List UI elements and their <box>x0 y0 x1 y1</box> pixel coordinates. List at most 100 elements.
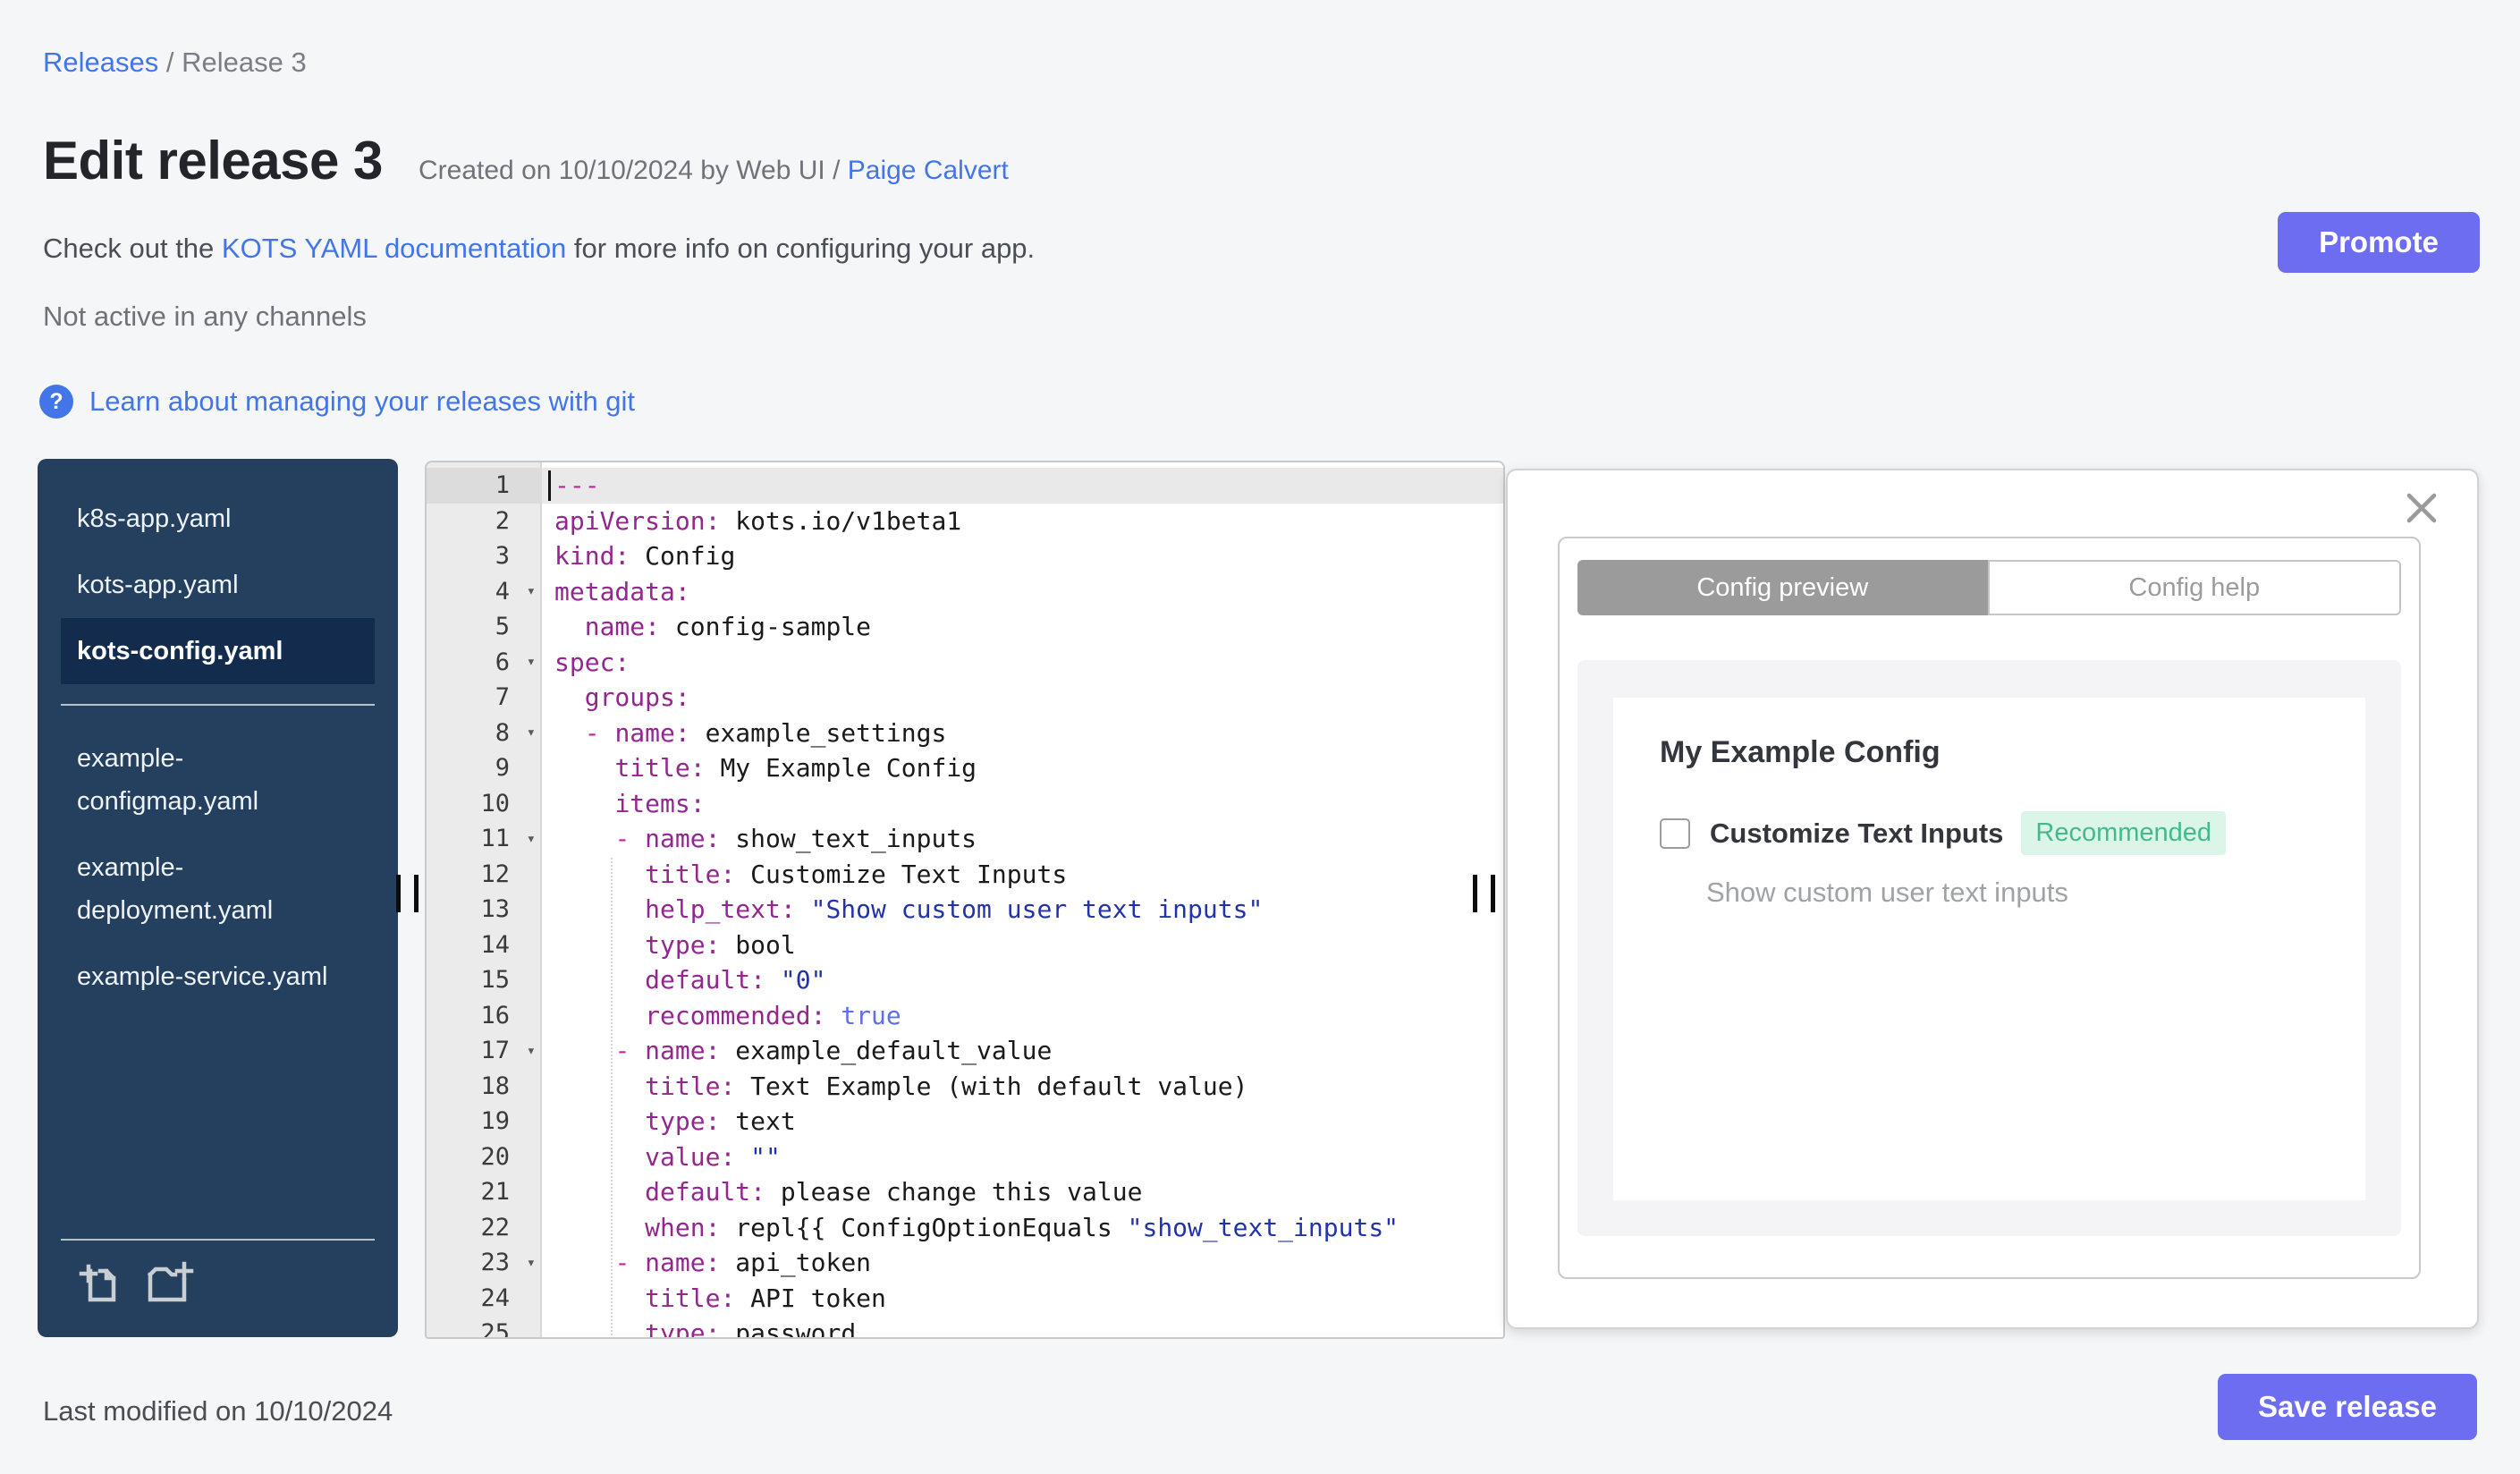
code-text[interactable]: metadata: <box>542 574 1503 610</box>
code-text[interactable]: title: Customize Text Inputs <box>542 857 1503 893</box>
release-editor-page: Releases / Release 3 Edit release 3 Crea… <box>0 0 2520 1474</box>
line-number: 13 <box>480 895 510 924</box>
question-circle-icon: ? <box>39 385 73 419</box>
config-form: My Example Config Customize Text Inputs … <box>1613 698 2365 1200</box>
code-line[interactable]: 24 title: API token <box>427 1281 1503 1317</box>
preview-card: Config preview Config help My Example Con… <box>1558 537 2421 1279</box>
tab-config-help[interactable]: Config help <box>1987 560 2401 615</box>
created-text: Created on 10/10/2024 by Web UI / <box>419 156 848 185</box>
sidebar-item-kots-app.yaml[interactable]: kots-app.yaml <box>38 552 381 618</box>
yaml-code-editor[interactable]: 1 --- 2 apiVersion: kots.io/v1beta1 3 kind: C… <box>425 461 1505 1339</box>
code-text[interactable]: default: please change this value <box>542 1174 1503 1210</box>
code-text[interactable]: when: repl{{ ConfigOptionEquals "show_te… <box>542 1210 1503 1246</box>
code-text[interactable]: type: password <box>542 1316 1503 1337</box>
breadcrumb-releases-link[interactable]: Releases <box>43 47 158 78</box>
code-text[interactable]: spec: <box>542 645 1503 681</box>
code-line[interactable]: 23 ▾ - name: api_token <box>427 1245 1503 1281</box>
line-number: 12 <box>480 860 510 888</box>
fold-arrow-icon[interactable]: ▾ <box>527 582 536 600</box>
code-line[interactable]: 5 name: config-sample <box>427 609 1503 645</box>
code-text[interactable]: default: "0" <box>542 962 1503 998</box>
git-releases-link-row[interactable]: ? Learn about managing your releases wit… <box>39 385 635 419</box>
save-release-button[interactable]: Save release <box>2218 1374 2477 1440</box>
code-line[interactable]: 19 type: text <box>427 1104 1503 1139</box>
breadcrumb-current: Release 3 <box>182 47 307 78</box>
sidebar-item-kots-config.yaml[interactable]: kots-config.yaml <box>61 618 375 684</box>
add-file-icon[interactable] <box>77 1260 122 1305</box>
code-line[interactable]: 6 ▾ spec: <box>427 645 1503 681</box>
promote-button[interactable]: Promote <box>2278 212 2480 273</box>
code-line[interactable]: 11 ▾ - name: show_text_inputs <box>427 821 1503 857</box>
code-text[interactable]: --- <box>542 468 1503 504</box>
code-text[interactable]: title: Text Example (with default value) <box>542 1069 1503 1105</box>
line-number: 11 ▾ <box>480 825 536 853</box>
config-preview-panel: Config preview Config help My Example Con… <box>1506 469 2479 1329</box>
sidebar-item-example-deployment.yaml[interactable]: example-deployment.yaml <box>38 834 381 944</box>
line-number: 16 <box>480 1001 510 1029</box>
code-line[interactable]: 8 ▾ - name: example_settings <box>427 716 1503 751</box>
code-text[interactable]: help_text: "Show custom user text inputs… <box>542 892 1503 928</box>
docs-suffix: for more info on configuring your app. <box>566 233 1036 264</box>
code-line[interactable]: 1 --- <box>427 468 1503 504</box>
code-line[interactable]: 20 value: "" <box>427 1139 1503 1175</box>
code-line[interactable]: 4 ▾ metadata: <box>427 574 1503 610</box>
code-line[interactable]: 25 type: password <box>427 1316 1503 1337</box>
line-number: 9 <box>495 754 510 783</box>
code-text[interactable]: - name: example_default_value <box>542 1033 1503 1069</box>
fold-arrow-icon[interactable]: ▾ <box>527 653 536 671</box>
code-text[interactable]: - name: api_token <box>542 1245 1503 1281</box>
fold-arrow-icon[interactable]: ▾ <box>527 830 536 848</box>
code-text[interactable]: type: bool <box>542 928 1503 963</box>
editor-resize-handle[interactable] <box>1473 875 1495 912</box>
code-text[interactable]: recommended: true <box>542 998 1503 1034</box>
add-folder-icon[interactable] <box>145 1260 195 1305</box>
code-line[interactable]: 17 ▾ - name: example_default_value <box>427 1033 1503 1069</box>
code-line[interactable]: 3 kind: Config <box>427 538 1503 574</box>
file-list-divider <box>61 704 375 706</box>
code-text[interactable]: apiVersion: kots.io/v1beta1 <box>542 504 1503 539</box>
sidebar-item-example-configmap.yaml[interactable]: example-configmap.yaml <box>38 725 381 834</box>
line-number: 5 <box>495 613 510 641</box>
code-line[interactable]: 13 help_text: "Show custom user text inp… <box>427 892 1503 928</box>
code-line[interactable]: 22 when: repl{{ ConfigOptionEquals "show… <box>427 1210 1503 1246</box>
code-line[interactable]: 16 recommended: true <box>427 998 1503 1034</box>
line-number: 3 <box>495 542 510 571</box>
code-line[interactable]: 21 default: please change this value <box>427 1174 1503 1210</box>
code-lines: 1 --- 2 apiVersion: kots.io/v1beta1 3 kind: C… <box>427 468 1503 1337</box>
tab-config-preview[interactable]: Config preview <box>1577 560 1988 615</box>
file-list-bottom: example-configmap.yaml example-deployment… <box>38 725 398 1010</box>
code-line[interactable]: 9 title: My Example Config <box>427 750 1503 786</box>
code-line[interactable]: 7 groups: <box>427 680 1503 716</box>
config-group-title: My Example Config <box>1660 735 1941 769</box>
config-checkbox[interactable] <box>1660 817 1690 849</box>
line-number: 22 <box>480 1213 510 1241</box>
code-line[interactable]: 10 items: <box>427 786 1503 822</box>
sidebar-item-k8s-app.yaml[interactable]: k8s-app.yaml <box>38 486 381 552</box>
code-text[interactable]: value: "" <box>542 1139 1503 1175</box>
code-line[interactable]: 2 apiVersion: kots.io/v1beta1 <box>427 504 1503 539</box>
code-text[interactable]: kind: Config <box>542 538 1503 574</box>
fold-arrow-icon[interactable]: ▾ <box>527 1042 536 1060</box>
code-line[interactable]: 18 title: Text Example (with default val… <box>427 1069 1503 1105</box>
code-text[interactable]: - name: example_settings <box>542 716 1503 751</box>
code-text[interactable]: type: text <box>542 1104 1503 1139</box>
code-line[interactable]: 15 default: "0" <box>427 962 1503 998</box>
line-number: 15 <box>480 966 510 995</box>
code-text[interactable]: name: config-sample <box>542 609 1503 645</box>
code-text[interactable]: items: <box>542 786 1503 822</box>
code-text[interactable]: title: My Example Config <box>542 750 1503 786</box>
kots-docs-link[interactable]: KOTS YAML documentation <box>222 233 566 264</box>
git-releases-link[interactable]: Learn about managing your releases with … <box>89 385 635 418</box>
page-title: Edit release 3 <box>43 131 383 191</box>
sidebar-item-example-service.yaml[interactable]: example-service.yaml <box>38 944 381 1010</box>
close-icon[interactable] <box>2404 490 2440 526</box>
code-text[interactable]: - name: show_text_inputs <box>542 821 1503 857</box>
code-line[interactable]: 14 type: bool <box>427 928 1503 963</box>
fold-arrow-icon[interactable]: ▾ <box>527 1254 536 1272</box>
fold-arrow-icon[interactable]: ▾ <box>527 724 536 741</box>
code-text[interactable]: groups: <box>542 680 1503 716</box>
author-link[interactable]: Paige Calvert <box>848 156 1009 185</box>
sidebar-resize-handle[interactable] <box>396 875 419 912</box>
code-text[interactable]: title: API token <box>542 1281 1503 1317</box>
code-line[interactable]: 12 title: Customize Text Inputs <box>427 857 1503 893</box>
